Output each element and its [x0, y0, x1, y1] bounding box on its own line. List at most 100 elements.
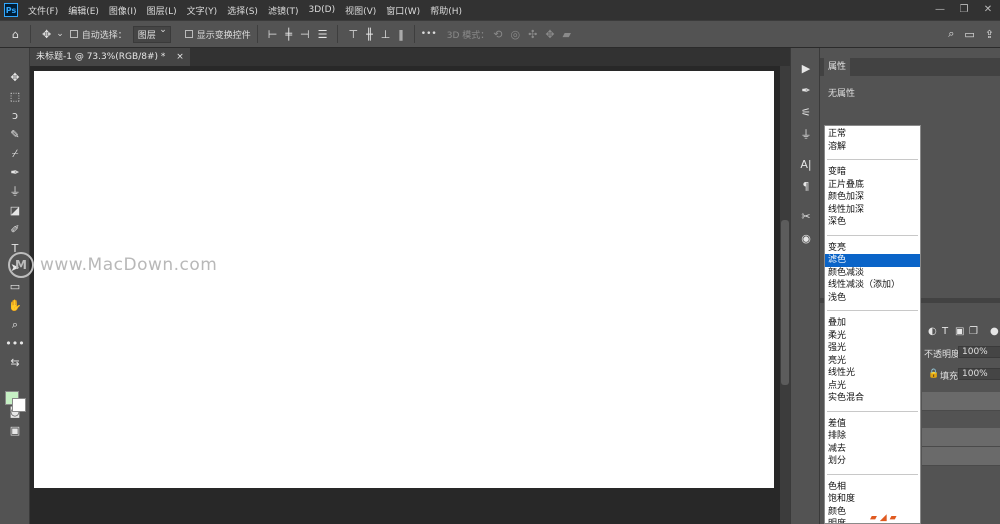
menu-view[interactable]: 视图(V) — [345, 4, 376, 17]
clone-source-icon[interactable]: ⏚ — [791, 124, 821, 146]
menu-edit[interactable]: 编辑(E) — [68, 4, 99, 17]
tab-properties[interactable]: 属性 — [824, 58, 851, 76]
move-tool-icon[interactable]: ✥ — [42, 28, 51, 41]
menu-layer[interactable]: 图层(L) — [147, 4, 177, 17]
3d-roll-icon[interactable]: ◎ — [510, 28, 520, 41]
layer-row[interactable] — [922, 447, 1000, 466]
blend-mode-option[interactable]: 正片叠底 — [825, 179, 920, 192]
pen-tool-icon[interactable]: ✐ — [0, 220, 30, 239]
adjustments-icon[interactable]: ⚟ — [791, 102, 821, 124]
blend-mode-option[interactable]: 排除 — [825, 430, 920, 443]
blend-mode-option[interactable]: 点光 — [825, 380, 920, 393]
align-right-icon[interactable]: ⊣ — [300, 28, 310, 41]
3d-orbit-icon[interactable]: ⟲ — [493, 28, 502, 41]
libraries-icon[interactable]: ◉ — [791, 228, 821, 250]
lock-icon[interactable]: 🔒 — [928, 369, 939, 379]
more-tools-icon[interactable]: ••• — [0, 334, 30, 353]
character-icon[interactable]: A| — [791, 154, 821, 176]
screen-mode-icon[interactable]: ▣ — [0, 421, 30, 440]
close-tab-icon[interactable]: × — [176, 52, 184, 62]
brush-settings-icon[interactable]: ✒ — [791, 80, 821, 102]
distribute-vertical-icon[interactable]: ‖ — [398, 28, 404, 41]
menu-3d[interactable]: 3D(D) — [308, 5, 335, 15]
brush-tool-icon[interactable]: ✒ — [0, 163, 30, 182]
align-top-icon[interactable]: ⊤ — [348, 28, 358, 41]
paragraph-icon[interactable]: ¶ — [791, 176, 821, 198]
blend-mode-option[interactable]: 线性光 — [825, 367, 920, 380]
blend-mode-option[interactable]: 饱和度 — [825, 493, 920, 506]
tools-preset-icon[interactable]: ✂ — [791, 206, 821, 228]
eyedropper-tool-icon[interactable]: ⌿ — [0, 144, 30, 163]
share-icon[interactable]: ⇪ — [985, 28, 994, 41]
layer-row[interactable] — [922, 428, 1000, 447]
menu-file[interactable]: 文件(F) — [28, 4, 58, 17]
menu-window[interactable]: 窗口(W) — [386, 4, 420, 17]
hand-tool-icon[interactable]: ✋ — [0, 296, 30, 315]
zoom-tool-icon[interactable]: ⌕ — [0, 315, 30, 334]
scrollbar-thumb[interactable] — [781, 220, 789, 385]
blend-mode-option[interactable]: 溶解 — [825, 141, 920, 154]
more-options-button[interactable]: ••• — [421, 29, 437, 39]
blend-mode-option[interactable]: 颜色减淡 — [825, 267, 920, 280]
blend-mode-option[interactable]: 颜色加深 — [825, 191, 920, 204]
menu-filter[interactable]: 滤镜(T) — [268, 4, 299, 17]
3d-scale-icon[interactable]: ▰ — [563, 28, 571, 41]
blend-mode-option[interactable]: 正常 — [825, 128, 920, 141]
document-tab[interactable]: 未标题-1 @ 73.3%(RGB/8#) * × — [30, 48, 190, 66]
blend-mode-option[interactable]: 色相 — [825, 481, 920, 494]
lasso-tool-icon[interactable]: ↄ — [0, 106, 30, 125]
3d-pan-icon[interactable]: ✣ — [528, 28, 537, 41]
blend-mode-option[interactable]: 亮光 — [825, 355, 920, 368]
filter-toggle-icon[interactable]: ● — [990, 326, 999, 337]
blend-mode-option[interactable]: 浅色 — [825, 292, 920, 305]
opacity-input[interactable]: 100% — [958, 346, 1000, 358]
show-transform-checkbox[interactable] — [184, 30, 193, 38]
filter-type-icon[interactable]: T — [942, 326, 948, 337]
blend-mode-option[interactable]: 实色混合 — [825, 392, 920, 405]
blend-mode-option[interactable]: 强光 — [825, 342, 920, 355]
auto-select-checkbox[interactable] — [69, 30, 78, 38]
auto-select-target-dropdown[interactable]: 图层 — [132, 25, 171, 43]
blend-mode-option[interactable]: 变亮 — [825, 242, 920, 255]
blend-mode-option[interactable]: 划分 — [825, 455, 920, 468]
blend-mode-option[interactable]: 变暗 — [825, 166, 920, 179]
menu-image[interactable]: 图像(I) — [109, 4, 137, 17]
marquee-tool-icon[interactable]: ⬚ — [0, 87, 30, 106]
restore-button[interactable]: ❐ — [952, 0, 976, 20]
move-tool-icon[interactable]: ✥ — [0, 68, 30, 87]
document-canvas[interactable] — [34, 71, 774, 488]
align-center-h-icon[interactable]: ╪ — [285, 28, 292, 41]
quick-select-tool-icon[interactable]: ✎ — [0, 125, 30, 144]
align-bottom-icon[interactable]: ⊥ — [381, 28, 391, 41]
minimize-button[interactable]: — — [928, 0, 952, 20]
layer-filter-icon[interactable]: ◐ — [928, 326, 937, 337]
background-color-swatch[interactable] — [12, 398, 26, 412]
close-window-button[interactable]: ✕ — [976, 0, 1000, 20]
stamp-tool-icon[interactable]: ⏚ — [0, 182, 30, 201]
filter-shape-icon[interactable]: ▣ — [955, 326, 964, 337]
menu-type[interactable]: 文字(Y) — [187, 4, 218, 17]
blend-mode-option[interactable]: 柔光 — [825, 330, 920, 343]
blend-mode-option[interactable]: 线性减淡（添加） — [825, 279, 920, 292]
menu-select[interactable]: 选择(S) — [227, 4, 258, 17]
eraser-tool-icon[interactable]: ◪ — [0, 201, 30, 220]
search-icon[interactable]: ⌕ — [948, 27, 954, 41]
menu-help[interactable]: 帮助(H) — [430, 4, 462, 17]
blend-mode-option[interactable]: 减去 — [825, 443, 920, 456]
blend-mode-option[interactable]: 差值 — [825, 418, 920, 431]
align-middle-v-icon[interactable]: ╫ — [366, 28, 373, 41]
blend-mode-option[interactable]: 叠加 — [825, 317, 920, 330]
align-left-icon[interactable]: ⊢ — [268, 28, 278, 41]
layer-row[interactable] — [922, 392, 1000, 411]
3d-slide-icon[interactable]: ✥ — [545, 28, 554, 41]
home-icon[interactable]: ⌂ — [12, 28, 19, 41]
blend-mode-option[interactable]: 线性加深 — [825, 204, 920, 217]
fill-input[interactable]: 100% — [958, 368, 1000, 380]
blend-mode-option[interactable]: 滤色 — [825, 254, 920, 267]
filter-smart-icon[interactable]: ❐ — [969, 326, 978, 337]
distribute-icon[interactable]: ☰ — [318, 28, 328, 41]
blend-mode-option[interactable]: 深色 — [825, 216, 920, 229]
workspace-icon[interactable]: ▭ — [964, 28, 974, 41]
history-icon[interactable]: ▶ — [791, 58, 821, 80]
shape-tool-icon[interactable]: ▭ — [0, 277, 30, 296]
